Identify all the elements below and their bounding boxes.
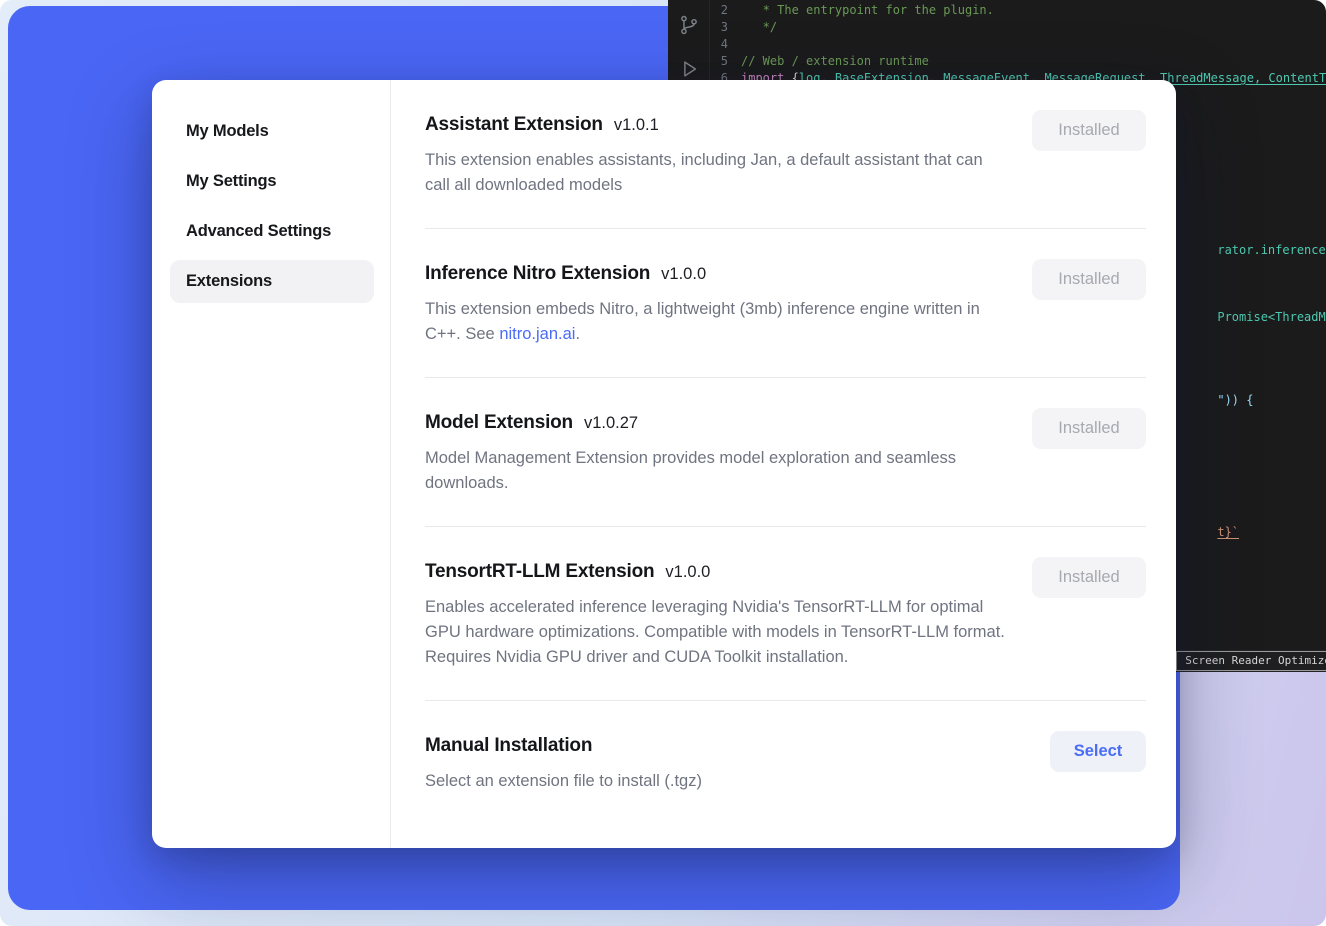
extension-row-tensorrt: TensortRT-LLM Extension v1.0.0 Enables a…: [425, 527, 1146, 701]
line-number: 3: [711, 19, 741, 36]
code-fragment: rator.inference(data));: [1174, 229, 1326, 271]
desktop: 2 * The entrypoint for the plugin. 3 */ …: [0, 0, 1326, 926]
code-line: 2 * The entrypoint for the plugin.: [711, 2, 1326, 19]
run-debug-icon[interactable]: [678, 58, 700, 80]
manual-installation-row: Manual Installation Select an extension …: [425, 701, 1146, 824]
extension-version: v1.0.27: [584, 414, 638, 433]
extension-version: v1.0.0: [665, 563, 710, 582]
sidebar-item-advanced-settings[interactable]: Advanced Settings: [170, 210, 374, 253]
code-line: 5// Web / extension runtime: [711, 53, 1326, 70]
screen-reader-optimized-badge[interactable]: Screen Reader Optimize: [1176, 651, 1326, 671]
extension-version: v1.0.0: [661, 265, 706, 284]
code-text: rator.inference: [1217, 243, 1325, 257]
extension-description: This extension embeds Nitro, a lightweig…: [425, 297, 1010, 347]
extension-description: This extension enables assistants, inclu…: [425, 148, 1000, 198]
code-area: 2 * The entrypoint for the plugin. 3 */ …: [711, 2, 1326, 87]
extension-row-model: Model Extension v1.0.27 Model Management…: [425, 378, 1146, 527]
manual-installation-title: Manual Installation: [425, 734, 592, 758]
line-number: 2: [711, 2, 741, 19]
installed-button-assistant[interactable]: Installed: [1032, 110, 1146, 151]
extension-title: Inference Nitro Extension: [425, 262, 650, 286]
nitro-link[interactable]: nitro.jan.ai: [499, 325, 575, 343]
installed-button-nitro[interactable]: Installed: [1032, 259, 1146, 300]
extension-title: TensortRT-LLM Extension: [425, 560, 654, 584]
sidebar-item-my-models[interactable]: My Models: [170, 110, 374, 153]
extension-row-assistant: Assistant Extension v1.0.1 This extensio…: [425, 110, 1146, 229]
manual-installation-description: Select an extension file to install (.tg…: [425, 769, 702, 794]
sidebar-item-extensions[interactable]: Extensions: [170, 260, 374, 303]
line-number: 4: [711, 36, 741, 53]
code-fragment: t}`: [1174, 511, 1239, 553]
extension-title: Model Extension: [425, 411, 573, 435]
installed-button-model[interactable]: Installed: [1032, 408, 1146, 449]
code-text: Promise<ThreadMessage>: [1217, 310, 1326, 324]
description-text: .: [575, 325, 580, 343]
extension-row-nitro: Inference Nitro Extension v1.0.0 This ex…: [425, 229, 1146, 378]
extension-version: v1.0.1: [614, 116, 659, 135]
code-text: ")) {: [1217, 393, 1253, 407]
sidebar-item-my-settings[interactable]: My Settings: [170, 160, 374, 203]
code-fragment: ")) {: [1174, 379, 1253, 421]
line-number: 5: [711, 53, 741, 70]
code-text: * The entrypoint for the plugin.: [741, 2, 994, 19]
extension-description: Model Management Extension provides mode…: [425, 446, 985, 496]
code-line: 4: [711, 36, 1326, 53]
extension-title: Assistant Extension: [425, 113, 603, 137]
settings-sidebar: My Models My Settings Advanced Settings …: [152, 80, 391, 848]
source-control-icon[interactable]: [678, 14, 700, 36]
code-fragment: Promise<ThreadMessage>: [1174, 296, 1326, 338]
code-text: */: [741, 19, 777, 36]
code-text: // Web / extension runtime: [741, 53, 929, 70]
code-text: t}`: [1217, 525, 1239, 539]
select-file-button[interactable]: Select: [1050, 731, 1146, 772]
extension-description: Enables accelerated inference leveraging…: [425, 595, 1015, 670]
settings-modal: My Models My Settings Advanced Settings …: [152, 80, 1176, 848]
installed-button-tensorrt[interactable]: Installed: [1032, 557, 1146, 598]
code-line: 3 */: [711, 19, 1326, 36]
extensions-list: Assistant Extension v1.0.1 This extensio…: [391, 80, 1176, 848]
